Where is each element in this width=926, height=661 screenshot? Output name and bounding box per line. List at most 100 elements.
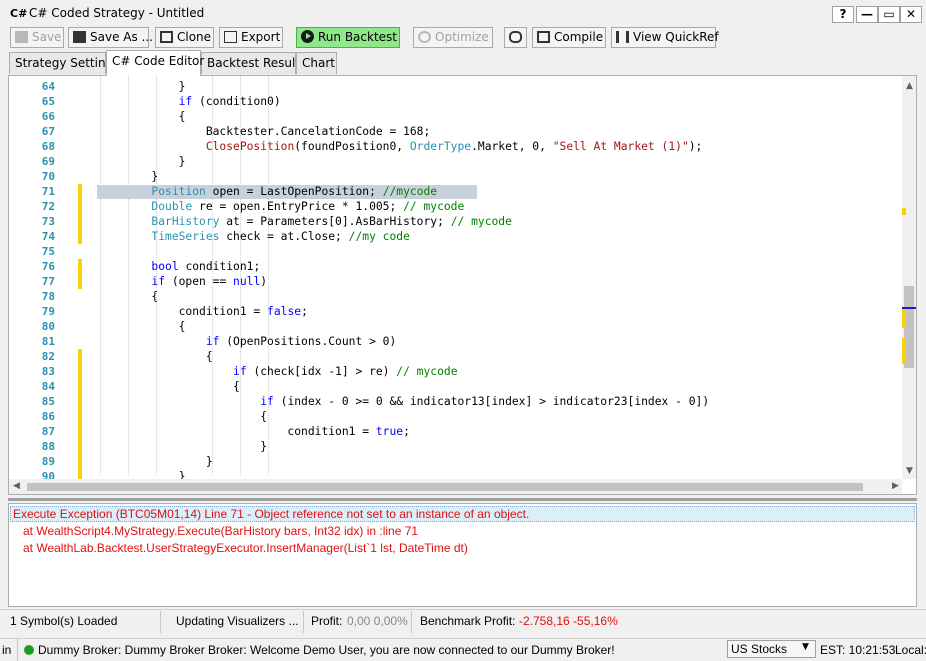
vertical-scrollbar[interactable]: ▲ ▼: [902, 76, 916, 479]
code-line[interactable]: TimeSeries check = at.Close; //my code: [97, 229, 409, 244]
tab-chart[interactable]: Chart: [296, 52, 337, 74]
code-line[interactable]: }: [97, 169, 158, 184]
code-line[interactable]: if (condition0): [97, 94, 281, 109]
clone-button[interactable]: Clone: [155, 27, 214, 48]
export-button[interactable]: Export: [219, 27, 283, 48]
code-line[interactable]: if (index - 0 >= 0 && indicator13[index]…: [97, 394, 709, 409]
code-line[interactable]: {: [97, 319, 186, 334]
code-line[interactable]: bool condition1;: [97, 259, 260, 274]
code-line[interactable]: {: [97, 349, 213, 364]
title-bar: C# C# Coded Strategy - Untitled ? — ▭ ✕: [0, 0, 926, 26]
tab-backtest-results[interactable]: Backtest Results: [201, 52, 306, 74]
compile-button[interactable]: Compile: [532, 27, 606, 48]
minimize-button[interactable]: —: [856, 6, 878, 23]
line-number: 89: [41, 455, 55, 468]
change-marker: [78, 184, 82, 199]
broker-message: Dummy Broker: Dummy Broker Broker: Welco…: [38, 643, 615, 657]
tab-strategy-settings[interactable]: Strategy Settings: [9, 52, 119, 74]
chevron-down-icon: ▼: [802, 642, 809, 652]
change-marker: [78, 439, 82, 454]
line-number: 71: [41, 185, 55, 198]
hscroll-thumb[interactable]: [27, 483, 863, 491]
save-icon: [73, 31, 86, 43]
left-text: in: [2, 643, 12, 657]
help-button[interactable]: ?: [832, 6, 854, 23]
stack-trace-line: at WealthLab.Backtest.UserStrategyExecut…: [23, 541, 468, 555]
code-line[interactable]: condition1 = true;: [97, 424, 409, 439]
line-number: 77: [41, 275, 55, 288]
change-marker: [78, 409, 82, 424]
code-line[interactable]: {: [97, 409, 267, 424]
change-marker: [78, 274, 82, 289]
change-marker: [78, 394, 82, 409]
code-line[interactable]: {: [97, 109, 186, 124]
benchmark-value: -2.758,16 -55,16%: [519, 614, 618, 628]
link-button[interactable]: [504, 27, 527, 48]
line-number: 72: [41, 200, 55, 213]
code-line[interactable]: }: [97, 154, 186, 169]
local-time-label: Local:: [895, 643, 926, 657]
code-line[interactable]: ClosePosition(foundPosition0, OrderType.…: [97, 139, 703, 154]
code-line[interactable]: Position open = LastOpenPosition; //myco…: [97, 184, 437, 199]
stack-trace-line: at WealthScript4.MyStrategy.Execute(BarH…: [23, 524, 419, 538]
scroll-left-icon[interactable]: ◀: [13, 481, 20, 491]
change-marker: [78, 424, 82, 439]
code-line[interactable]: if (OpenPositions.Count > 0): [97, 334, 396, 349]
view-quickref-button[interactable]: View QuickRef: [611, 27, 719, 48]
profit-label: Profit:: [311, 614, 343, 628]
change-marker: [78, 379, 82, 394]
line-number: 66: [41, 110, 55, 123]
line-number: 80: [41, 320, 55, 333]
horizontal-scrollbar[interactable]: ◀ ▶: [9, 479, 902, 494]
splitter[interactable]: [8, 498, 917, 501]
est-time: EST: 10:21:53: [820, 643, 896, 657]
line-number: 74: [41, 230, 55, 243]
updating-status: Updating Visualizers ...: [176, 614, 299, 628]
gear-icon: [418, 31, 431, 43]
code-line[interactable]: condition1 = false;: [97, 304, 308, 319]
code-line[interactable]: Backtester.CancelationCode = 168;: [97, 124, 430, 139]
line-number: 78: [41, 290, 55, 303]
line-number: 87: [41, 425, 55, 438]
code-line[interactable]: if (open == null): [97, 274, 267, 289]
scroll-right-icon[interactable]: ▶: [892, 481, 899, 491]
line-number: 75: [41, 245, 55, 258]
compile-icon: [537, 31, 550, 43]
line-number: 65: [41, 95, 55, 108]
line-number: 83: [41, 365, 55, 378]
change-marker: [78, 349, 82, 364]
link-icon: [509, 31, 522, 43]
close-button[interactable]: ✕: [900, 6, 922, 23]
code-line[interactable]: if (check[idx -1] > re) // mycode: [97, 364, 457, 379]
code-line[interactable]: BarHistory at = Parameters[0].AsBarHisto…: [97, 214, 511, 229]
code-line[interactable]: }: [97, 454, 213, 469]
symbols-status: 1 Symbol(s) Loaded: [10, 614, 118, 628]
line-number: 86: [41, 410, 55, 423]
code-line[interactable]: {: [97, 379, 240, 394]
save-button[interactable]: Save: [10, 27, 64, 48]
code-editor[interactable]: 64 } 65 if (condition0) 66 {67 Backtester.…: [8, 75, 917, 495]
scroll-down-icon[interactable]: ▼: [906, 466, 913, 476]
run-backtest-button[interactable]: Run Backtest: [296, 27, 400, 48]
code-line[interactable]: }: [97, 439, 267, 454]
benchmark-label: Benchmark Profit:: [420, 614, 516, 628]
maximize-button[interactable]: ▭: [878, 6, 900, 23]
books-icon: [616, 31, 629, 43]
line-number: 84: [41, 380, 55, 393]
change-marker: [78, 229, 82, 244]
optimize-button[interactable]: Optimize: [413, 27, 493, 48]
connected-status-icon: [24, 645, 34, 655]
line-number: 85: [41, 395, 55, 408]
scroll-up-icon[interactable]: ▲: [906, 81, 913, 91]
line-number: 79: [41, 305, 55, 318]
code-line[interactable]: {: [97, 289, 158, 304]
market-select[interactable]: US Stocks ▼: [727, 640, 816, 658]
change-marker: [78, 199, 82, 214]
line-number: 70: [41, 170, 55, 183]
line-number: 88: [41, 440, 55, 453]
change-marker: [78, 259, 82, 274]
save-as-button[interactable]: Save As ...: [68, 27, 153, 48]
code-line[interactable]: Double re = open.EntryPrice * 1.005; // …: [97, 199, 464, 214]
code-line[interactable]: }: [97, 79, 186, 94]
tab-code-editor[interactable]: C# Code Editor: [106, 50, 204, 76]
